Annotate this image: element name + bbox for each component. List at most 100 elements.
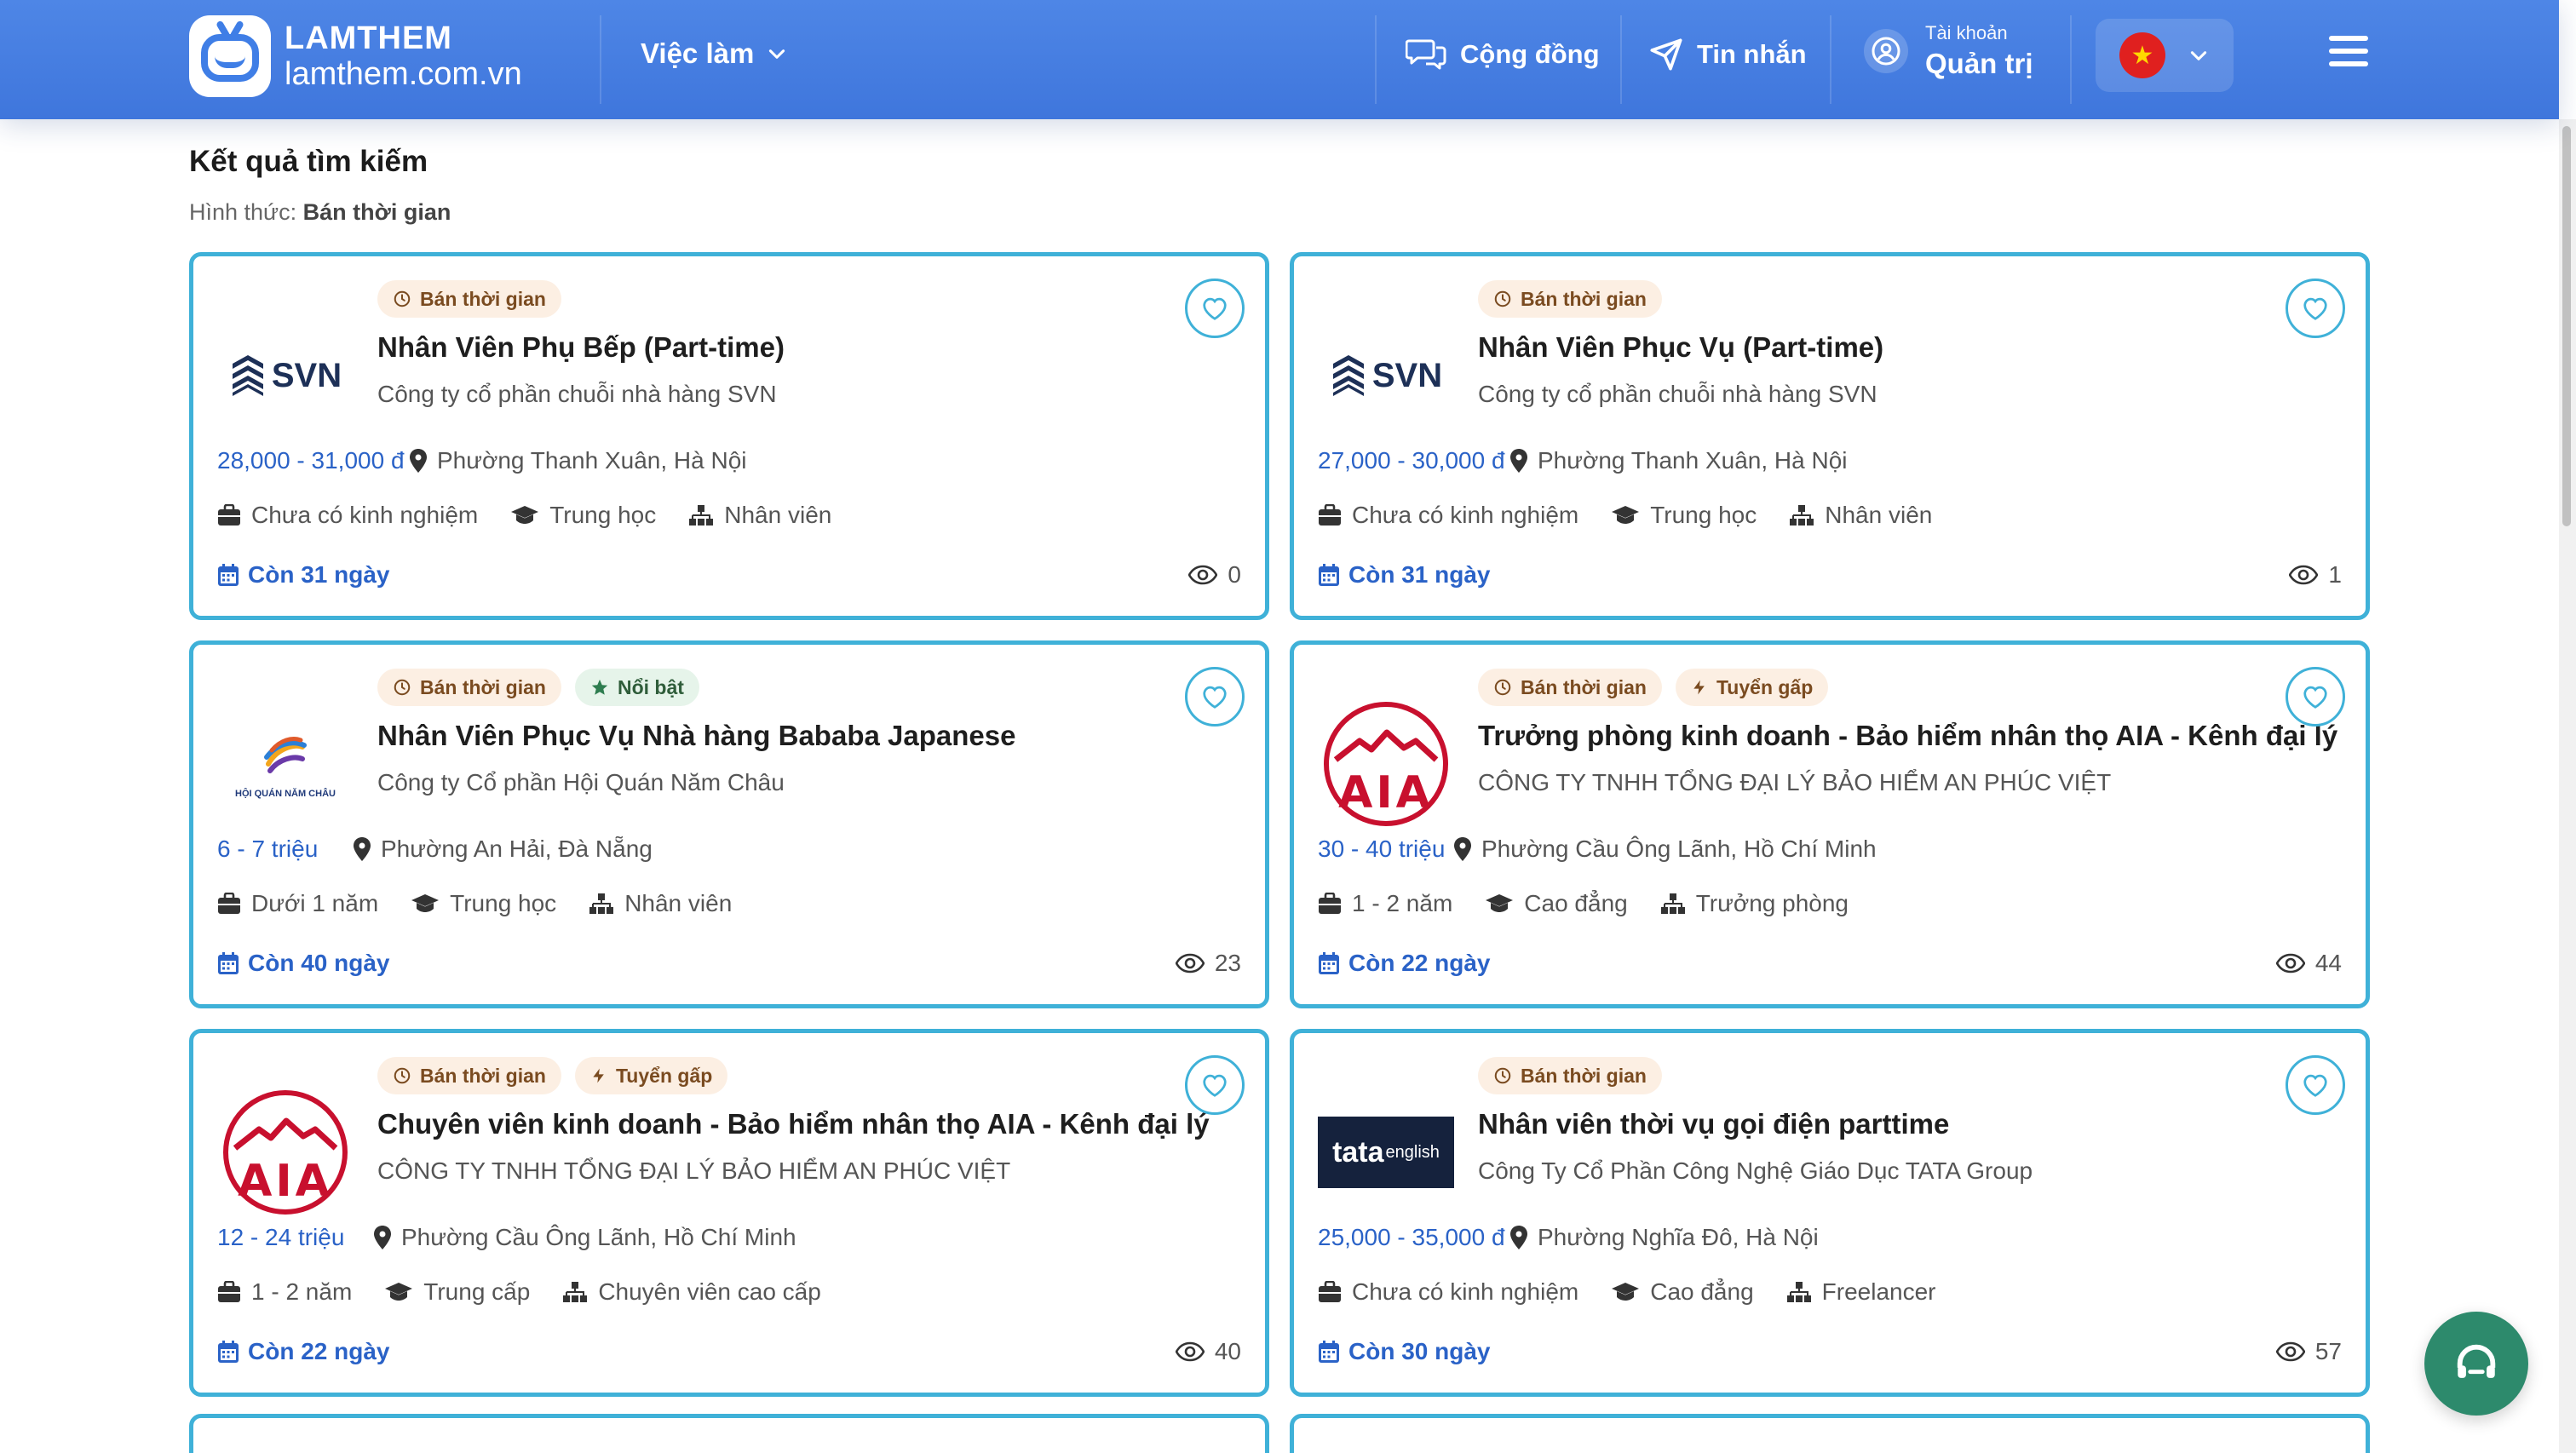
- company-logo[interactable]: HỘI QUÁN NĂM CHÂU: [217, 696, 354, 832]
- job-title[interactable]: Nhân Viên Phụ Bếp (Part-time): [377, 331, 785, 364]
- save-job-button[interactable]: [2286, 279, 2345, 338]
- heart-icon: [1200, 1072, 1229, 1098]
- scrollbar[interactable]: [2559, 119, 2576, 1453]
- job-card[interactable]: AIA Bán thời gian Tuyển gấp Chuyên viên kin…: [189, 1029, 1269, 1397]
- deadline-text: Còn 31 ngày: [1348, 561, 1491, 588]
- views-text: 0: [1228, 561, 1241, 588]
- level-text: Trưởng phòng: [1695, 890, 1849, 916]
- save-job-button[interactable]: [1185, 279, 1245, 338]
- svg-text:AIA: AIA: [238, 1156, 333, 1207]
- eye-icon: [1175, 1341, 1205, 1362]
- job-meta: Chưa có kinh nghiệm Trung học Nhân viên: [217, 502, 831, 529]
- experience-text: 1 - 2 năm: [1352, 890, 1453, 916]
- company-logo[interactable]: AIA: [217, 1084, 354, 1220]
- company-logo[interactable]: SVN: [1318, 307, 1454, 444]
- filter-value: Bán thời gian: [302, 199, 451, 225]
- job-card[interactable]: SVN Bán thời gian Nhân Viên Phục Vụ (Part-…: [1290, 252, 2370, 620]
- location-text: Phường An Hải, Đà Nẵng: [381, 836, 653, 862]
- save-job-button[interactable]: [1185, 667, 1245, 726]
- eye-icon: [1188, 565, 1218, 585]
- view-count: 40: [1175, 1338, 1241, 1365]
- company-name[interactable]: Công Ty Cổ Phần Công Nghệ Giáo Dục TATA …: [1478, 1157, 2033, 1185]
- clock-icon: [1493, 290, 1512, 308]
- company-logo[interactable]: AIA: [1318, 696, 1454, 832]
- company-logo[interactable]: tata english: [1318, 1084, 1454, 1220]
- company-name[interactable]: CÔNG TY TNHH TỔNG ĐẠI LÝ BẢO HIỂM AN PHÚ…: [1478, 769, 2111, 796]
- graduation-cap-icon: [1485, 893, 1514, 915]
- job-title[interactable]: Chuyên viên kinh doanh - Bảo hiểm nhân t…: [377, 1108, 1210, 1140]
- company-name[interactable]: CÔNG TY TNHH TỔNG ĐẠI LÝ BẢO HIỂM AN PHÚ…: [377, 1157, 1010, 1185]
- svn-logo: SVN: [1330, 353, 1442, 398]
- view-count: 57: [2275, 1338, 2342, 1365]
- job-title[interactable]: Nhân viên thời vụ gọi điện parttime: [1478, 1108, 1949, 1140]
- location-text: Phường Nghĩa Đô, Hà Nội: [1538, 1224, 1819, 1250]
- deadline: Còn 22 ngày: [1318, 950, 1490, 977]
- site-logo[interactable]: LAMTHEM lamthem.com.vn: [189, 15, 522, 97]
- experience: Chưa có kinh nghiệm: [217, 502, 478, 529]
- account-label: Tài khoản: [1925, 22, 2008, 43]
- job-card[interactable]: [189, 1414, 1269, 1453]
- language-selector[interactable]: ★: [2096, 19, 2234, 92]
- badge-label: Tuyển gấp: [615, 1064, 713, 1087]
- job-card[interactable]: SVN Bán thời gian Nhân Viên Phụ Bếp (Part-…: [189, 252, 1269, 620]
- briefcase-icon: [217, 1281, 241, 1303]
- salary: 12 - 24 triệu: [217, 1224, 345, 1250]
- user-circle-icon: [1864, 29, 1908, 73]
- job-card[interactable]: HỘI QUÁN NĂM CHÂU Bán thời gian Nổi bật Nhâ…: [189, 640, 1269, 1008]
- divider: [1620, 15, 1622, 104]
- education: Cao đẳng: [1611, 1278, 1754, 1306]
- views-text: 23: [1214, 950, 1241, 976]
- education: Trung học: [411, 890, 556, 917]
- brand-title: LAMTHEM: [285, 20, 452, 56]
- location: Phường Thanh Xuân, Hà Nội: [408, 447, 746, 474]
- company-name[interactable]: Công ty cổ phần chuỗi nhà hàng SVN: [377, 381, 777, 408]
- location: Phường Cầu Ông Lãnh, Hồ Chí Minh: [1452, 836, 1877, 863]
- job-type-badge: Bán thời gian: [377, 669, 561, 706]
- location: Phường Thanh Xuân, Hà Nội: [1509, 447, 1847, 474]
- save-job-button[interactable]: [1185, 1055, 1245, 1115]
- briefcase-icon: [1318, 893, 1342, 915]
- company-logo[interactable]: SVN: [217, 307, 354, 444]
- heart-icon: [2301, 1072, 2330, 1098]
- jobs-dropdown[interactable]: Việc làm: [641, 37, 788, 70]
- job-meta: 1 - 2 năm Trung cấp Chuyên viên cao cấp: [217, 1278, 821, 1306]
- job-card[interactable]: AIA Bán thời gian Tuyển gấp Trưởng phòng ki…: [1290, 640, 2370, 1008]
- company-name[interactable]: Công ty cổ phần chuỗi nhà hàng SVN: [1478, 381, 1877, 408]
- level-text: Freelancer: [1821, 1278, 1936, 1305]
- vietnam-flag-icon: ★: [2119, 32, 2165, 78]
- job-card[interactable]: [1290, 1414, 2370, 1453]
- education: Trung học: [1611, 502, 1757, 529]
- hamburger-menu-icon[interactable]: [2329, 36, 2368, 70]
- support-chat-button[interactable]: [2424, 1312, 2528, 1416]
- chevron-down-icon: [769, 49, 785, 59]
- save-job-button[interactable]: [2286, 1055, 2345, 1115]
- divider: [2070, 15, 2072, 104]
- calendar-icon: [1318, 563, 1340, 587]
- graduation-cap-icon: [1611, 504, 1640, 526]
- job-title[interactable]: Nhân Viên Phục Vụ (Part-time): [1478, 331, 1883, 364]
- page-title: Kết quả tìm kiếm: [189, 145, 428, 178]
- hierarchy-icon: [688, 504, 714, 526]
- company-name[interactable]: Công ty Cổ phần Hội Quán Năm Châu: [377, 769, 785, 796]
- view-count: 23: [1175, 950, 1241, 977]
- views-text: 44: [2314, 950, 2342, 976]
- account-role: Quản trị: [1925, 48, 2033, 79]
- eye-icon: [2289, 565, 2319, 585]
- graduation-cap-icon: [384, 1281, 413, 1303]
- job-card[interactable]: tata english Bán thời gian Nhân viên thời v…: [1290, 1029, 2370, 1397]
- nav-community[interactable]: Cộng đồng: [1406, 37, 1600, 72]
- job-type-badge: Tuyển gấp: [574, 1057, 728, 1094]
- deadline-text: Còn 22 ngày: [248, 1338, 390, 1364]
- nav-messages[interactable]: Tin nhắn: [1649, 37, 1807, 72]
- job-title[interactable]: Nhân Viên Phục Vụ Nhà hàng Bababa Japane…: [377, 720, 1015, 752]
- job-title[interactable]: Trưởng phòng kinh doanh - Bảo hiểm nhân …: [1478, 720, 2337, 752]
- lightning-icon: [1691, 678, 1708, 697]
- clock-icon: [393, 290, 411, 308]
- account-menu[interactable]: Tài khoản Quản trị: [1864, 22, 2033, 80]
- eye-icon: [2275, 1341, 2305, 1362]
- scrollbar-thumb[interactable]: [2562, 126, 2571, 526]
- save-job-button[interactable]: [2286, 667, 2345, 726]
- badge-label: Bán thời gian: [420, 1064, 546, 1087]
- headset-icon: [2457, 1344, 2496, 1378]
- education: Trung học: [510, 502, 656, 529]
